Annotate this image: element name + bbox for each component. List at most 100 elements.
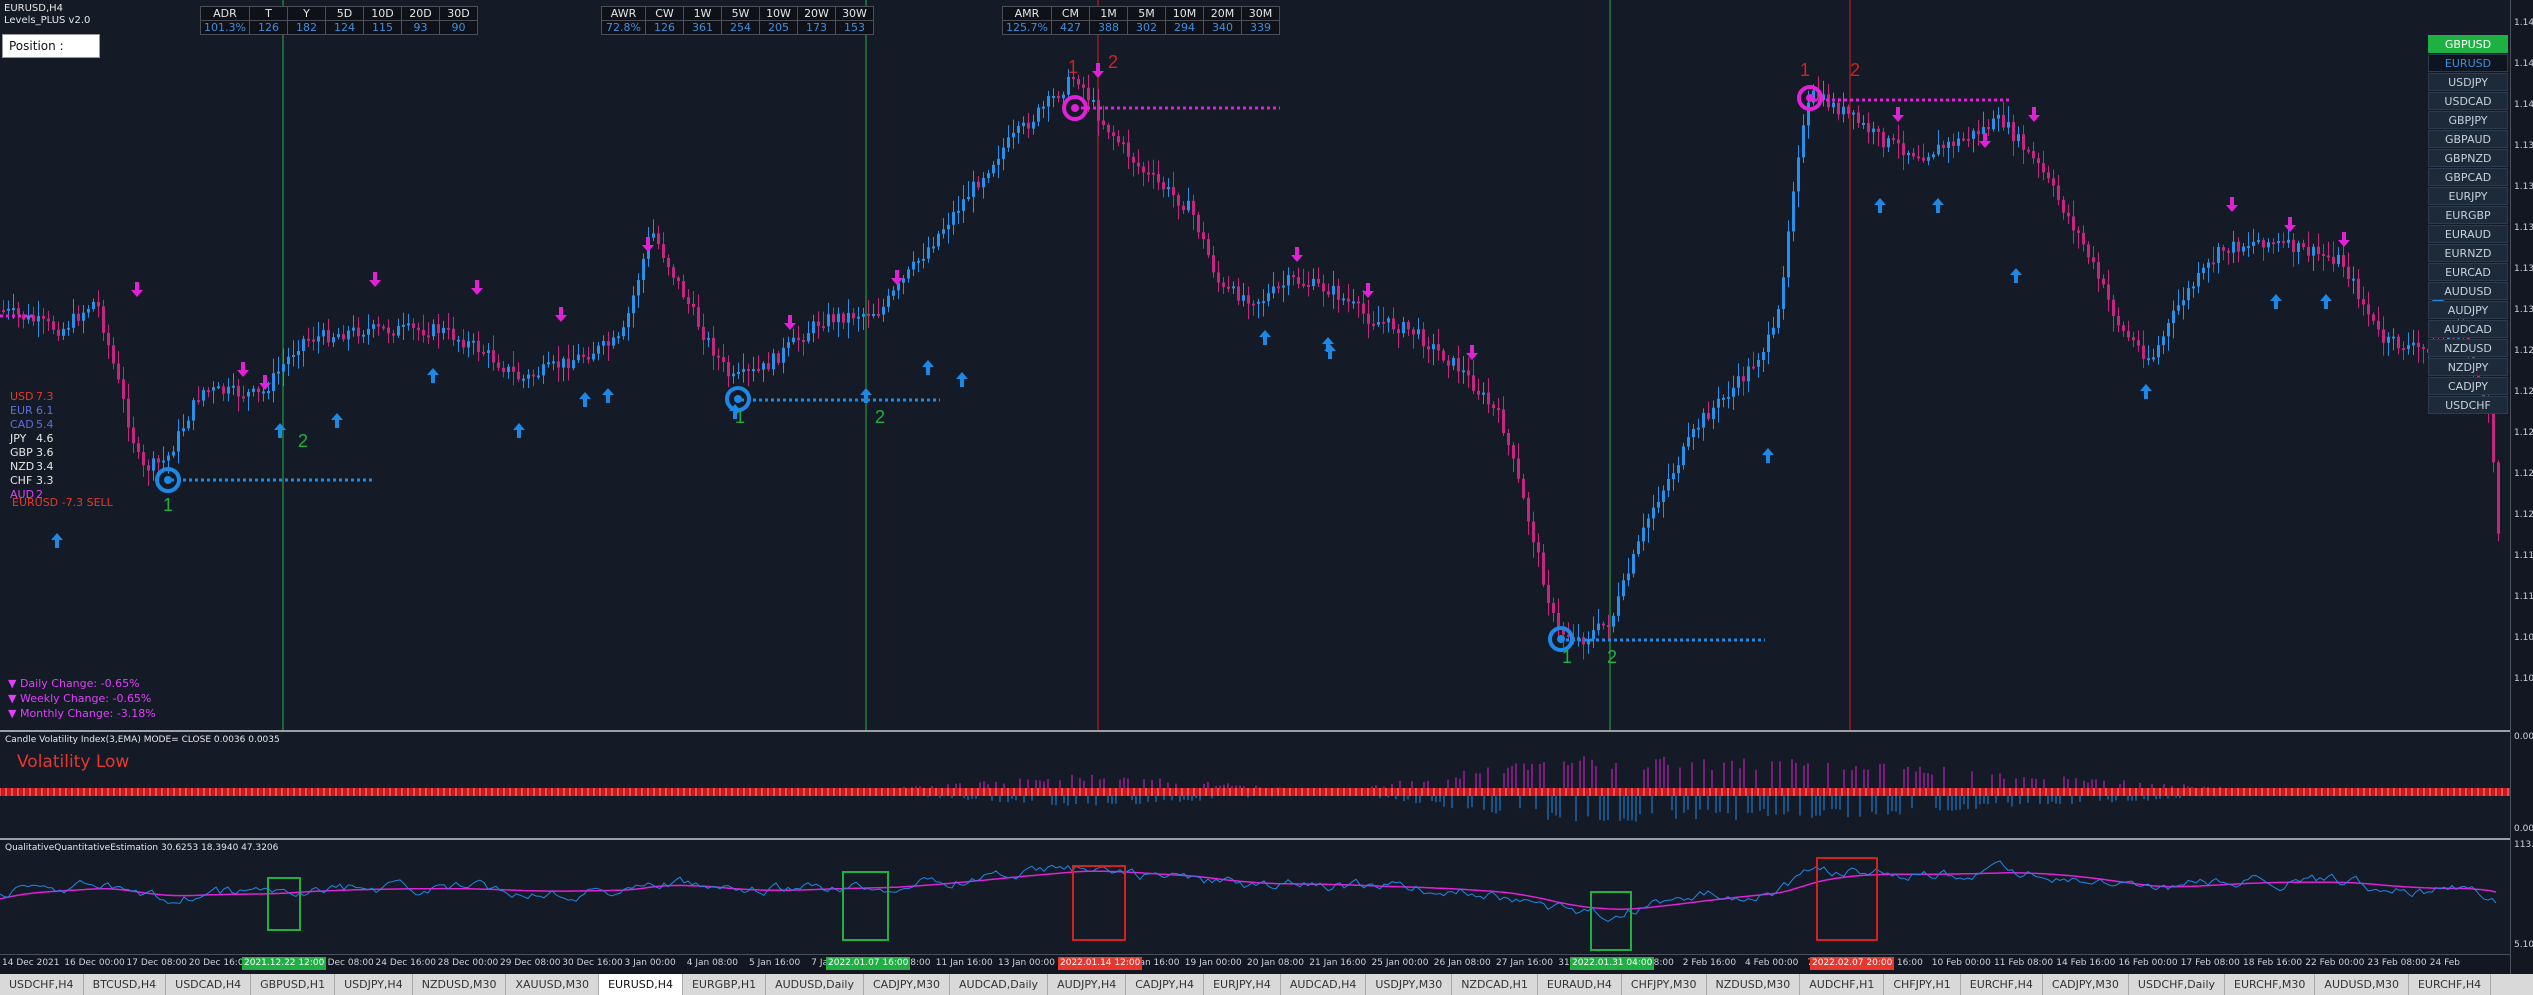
candle-body <box>202 390 205 401</box>
pair-button-nzdjpy[interactable]: NZDJPY <box>2428 358 2508 376</box>
pair-button-gbpcad[interactable]: GBPCAD <box>2428 168 2508 186</box>
pair-button-eurjpy[interactable]: EURJPY <box>2428 187 2508 205</box>
pair-button-usdchf[interactable]: USDCHF <box>2428 396 2508 414</box>
symbol-tab[interactable]: EURCHF,H4 <box>2409 974 2492 995</box>
sell-arrow-icon <box>891 270 903 285</box>
candle-body <box>1192 200 1195 215</box>
symbol-tab[interactable]: EURGBP,H1 <box>683 974 767 995</box>
pair-button-gbpjpy[interactable]: GBPJPY <box>2428 111 2508 129</box>
pair-button-audjpy[interactable]: AUDJPY <box>2428 301 2508 319</box>
pair-button-eurusd[interactable]: EURUSD <box>2428 54 2508 72</box>
symbol-tab[interactable]: CADJPY,M30 <box>2043 974 2129 995</box>
symbol-tab[interactable]: AUDJPY,H4 <box>1048 974 1127 995</box>
time-axis[interactable]: 14 Dec 2021 16 Dec 00:00 17 Dec 08:00 20 De… <box>0 954 2510 974</box>
candle-body <box>37 316 40 322</box>
pair-button-gbpnzd[interactable]: GBPNZD <box>2428 149 2508 167</box>
qqe-indicator-pane[interactable]: QualitativeQuantitativeEstimation 30.625… <box>0 838 2510 956</box>
symbol-tab[interactable]: USDCHF,H4 <box>0 974 84 995</box>
pair-button-audcad[interactable]: AUDCAD <box>2428 320 2508 338</box>
candle-body <box>2292 239 2295 253</box>
symbol-tab[interactable]: AUDCAD,H4 <box>1281 974 1367 995</box>
pair-button-eurcad[interactable]: EURCAD <box>2428 263 2508 281</box>
pair-button-nzdusd[interactable]: NZDUSD <box>2428 339 2508 357</box>
price-tick: 1.10 <box>2514 633 2533 643</box>
candle-body <box>2037 158 2040 164</box>
symbol-tab[interactable]: CADJPY,M30 <box>864 974 951 995</box>
indicator-label: Levels_PLUS v2.0 <box>4 15 91 26</box>
candle-body <box>1182 205 1185 211</box>
time-tick: 11 Jan 16:00 <box>935 958 993 968</box>
symbol-tab[interactable]: XAUUSD,M30 <box>506 974 600 995</box>
symbol-tab[interactable]: EURAUD,H4 <box>1538 974 1622 995</box>
pair-button-audusd[interactable]: AUDUSD <box>2428 282 2508 300</box>
awr-value-1: 126 <box>645 20 684 35</box>
candle-body <box>527 374 530 379</box>
symbol-tab[interactable]: CHFJPY,H1 <box>1884 974 1961 995</box>
candle-body <box>2217 247 2220 263</box>
adr-value-4: 115 <box>362 20 402 35</box>
pair-button-eurnzd[interactable]: EURNZD <box>2428 244 2508 262</box>
candle-body <box>1237 286 1240 301</box>
candle-body <box>922 258 925 261</box>
symbol-tab[interactable]: AUDCAD,Daily <box>950 974 1049 995</box>
candle-body <box>477 340 480 352</box>
pair-button-euraud[interactable]: EURAUD <box>2428 225 2508 243</box>
pair-button-gbpusd[interactable]: GBPUSD <box>2428 35 2508 53</box>
candle-body <box>2147 358 2150 361</box>
position-input[interactable]: Position : <box>2 34 100 58</box>
candle-body <box>2032 151 2035 159</box>
symbol-tab[interactable]: AUDUSD,Daily <box>766 974 864 995</box>
symbol-tab[interactable]: EURJPY,H4 <box>1204 974 1281 995</box>
candle-body <box>1017 126 1020 133</box>
pair-button-usdjpy[interactable]: USDJPY <box>2428 73 2508 91</box>
buy-arrow-icon <box>2320 294 2332 309</box>
symbol-tab[interactable]: NZDUSD,M30 <box>1707 974 1801 995</box>
candle-body <box>2117 315 2120 326</box>
symbol-tab[interactable]: EURCHF,M30 <box>2225 974 2316 995</box>
symbol-tab[interactable]: GBPUSD,H1 <box>251 974 336 995</box>
strength-value: 6.1 <box>36 404 54 417</box>
candlestick-canvas[interactable]: 121 21 21 21 2 <box>0 0 2510 730</box>
candle-body <box>2052 178 2055 186</box>
symbol-tab[interactable]: AUDUSD,M30 <box>2315 974 2409 995</box>
candle-body <box>1987 127 1990 130</box>
candle-body <box>912 261 915 270</box>
pair-button-eurgbp[interactable]: EURGBP <box>2428 206 2508 224</box>
symbol-tab[interactable]: EURUSD,H4 <box>599 974 683 995</box>
pair-button-usdcad[interactable]: USDCAD <box>2428 92 2508 110</box>
symbol-tab[interactable]: CADJPY,H4 <box>1126 974 1205 995</box>
symbol-tab[interactable]: USDJPY,H4 <box>335 974 413 995</box>
candle-body <box>847 312 850 323</box>
candle-body <box>1312 278 1315 287</box>
pair-button-cadjpy[interactable]: CADJPY <box>2428 377 2508 395</box>
symbol-tab[interactable]: NZDCAD,H1 <box>1452 974 1538 995</box>
candle-body <box>562 358 565 368</box>
symbol-tab[interactable]: USDCAD,H4 <box>166 974 252 995</box>
buy-arrow-icon <box>427 368 439 383</box>
candle-body <box>1782 277 1785 310</box>
main-price-chart[interactable]: 1212121212 EURUSD,H4 Levels_PLUS v2.0 Po… <box>0 0 2500 730</box>
pair-button-gbpaud[interactable]: GBPAUD <box>2428 130 2508 148</box>
time-tick: 20 Dec 16:00 <box>188 958 250 968</box>
candle-body <box>1112 132 1115 137</box>
symbol-tab[interactable]: NZDUSD,M30 <box>413 974 507 995</box>
candle-body <box>772 353 775 370</box>
symbol-tab[interactable]: BTCUSD,H4 <box>84 974 167 995</box>
candle-body <box>1387 318 1390 323</box>
candle-body <box>1962 138 1965 141</box>
symbol-tab[interactable]: USDJPY,M30 <box>1366 974 1453 995</box>
symbol-tab[interactable]: USDCHF,Daily <box>2129 974 2226 995</box>
candle-body <box>1532 521 1535 543</box>
candle-body <box>162 460 165 463</box>
candle-body <box>1597 623 1600 631</box>
candle-body <box>2047 172 2050 179</box>
symbol-tab[interactable]: EURCHF,H4 <box>1961 974 2043 995</box>
symbol-tab[interactable]: CHFJPY,M30 <box>1622 974 1707 995</box>
cvi-indicator-pane[interactable]: Candle Volatility Index(3,EMA) MODE= CLO… <box>0 730 2510 838</box>
price-tick: 1.12 <box>2514 346 2533 356</box>
candle-body <box>1687 437 1690 447</box>
price-axis[interactable]: 0.006 0.00 113.4 5.10 1.14 1.14 1.14 1.13 1.… <box>2510 0 2533 980</box>
symbol-tab[interactable]: AUDCHF,H1 <box>1800 974 1885 995</box>
buy-arrow-icon <box>1762 448 1774 463</box>
strength-currency: CHF <box>10 474 33 487</box>
